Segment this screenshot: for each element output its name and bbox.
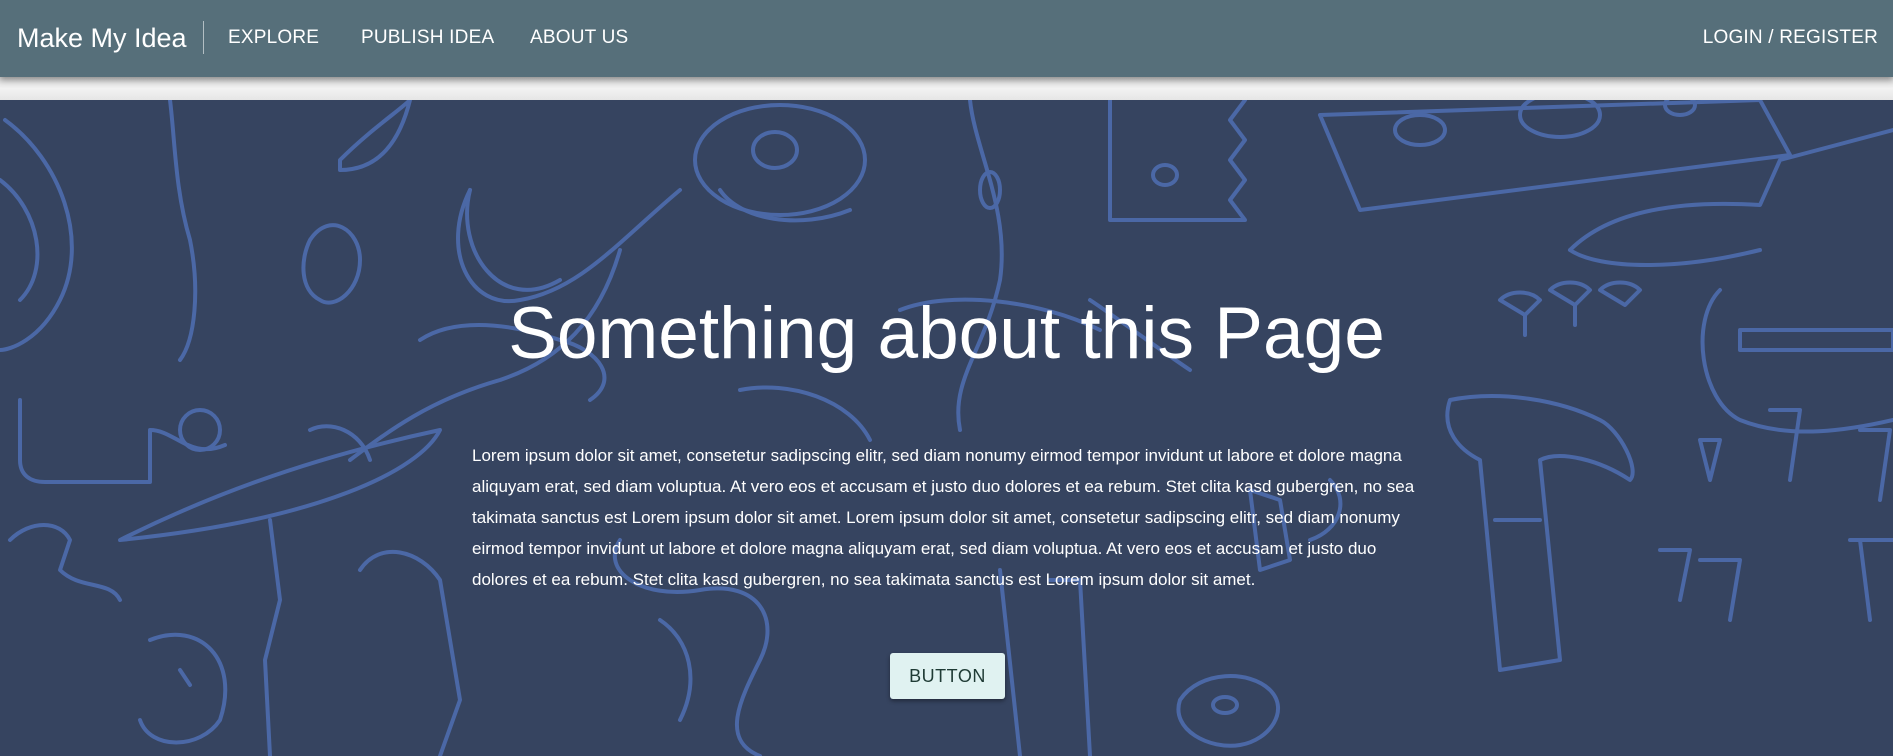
hero-action-button[interactable]: BUTTON xyxy=(890,653,1005,699)
hero-title: Something about this Page xyxy=(508,293,1385,374)
nav-about-us-link[interactable]: ABOUT US xyxy=(530,26,628,50)
nav-explore-link[interactable]: EXPLORE xyxy=(228,26,319,50)
nav-publish-idea-link[interactable]: PUBLISH IDEA xyxy=(361,26,494,50)
brand-logo-link[interactable]: Make My Idea xyxy=(17,22,187,54)
top-navbar: Make My Idea EXPLORE PUBLISH IDEA ABOUT … xyxy=(0,0,1893,77)
brand-divider xyxy=(203,21,204,54)
hero-section: Something about this Page Lorem ipsum do… xyxy=(0,100,1893,756)
navbar-shadow-strip xyxy=(0,77,1893,100)
hero-description: Lorem ipsum dolor sit amet, consetetur s… xyxy=(472,446,1415,589)
login-register-link[interactable]: LOGIN / REGISTER xyxy=(1703,26,1878,50)
